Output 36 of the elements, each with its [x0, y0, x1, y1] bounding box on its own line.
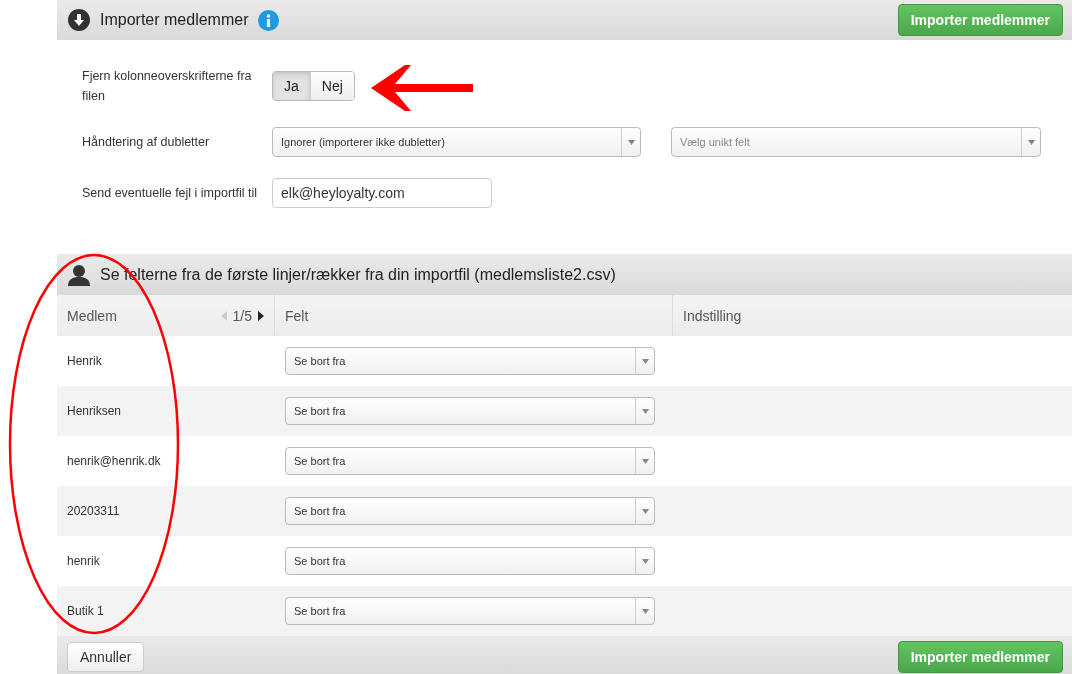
caret-icon — [641, 558, 649, 564]
field-select[interactable]: Se bort fra — [285, 547, 655, 575]
pager-text: 1/5 — [232, 307, 252, 324]
header-title: Importer medlemmer — [100, 11, 249, 29]
caret-icon — [641, 508, 649, 514]
table-cell: Henrik — [67, 354, 102, 368]
caret-icon — [1027, 139, 1035, 145]
info-icon[interactable] — [258, 9, 280, 31]
caret-icon — [641, 458, 649, 464]
table-cell: Henriksen — [67, 404, 122, 418]
duplicates-select[interactable]: Ignorer (importerer ikke dubletter) — [272, 127, 641, 157]
column-header: Indstilling — [682, 306, 743, 326]
table-cell: Butik 1 — [67, 604, 104, 618]
download-icon — [68, 9, 90, 31]
field-select[interactable]: Se bort fra — [285, 497, 655, 525]
email-label: Send eventuelle fejl i importfil til — [82, 185, 259, 202]
table-cell: henrik@henrik.dk — [67, 454, 161, 468]
field-select[interactable]: Se bort fra — [285, 447, 655, 475]
caret-icon — [641, 408, 649, 414]
next-icon[interactable] — [258, 310, 264, 321]
caret-icon — [627, 139, 635, 145]
table-cell: henrik — [67, 554, 100, 568]
caret-icon — [641, 608, 649, 614]
toggle-option[interactable]: Nej — [309, 72, 354, 100]
field-select[interactable]: Se bort fra — [285, 397, 655, 425]
cancel-button[interactable]: Annuller — [67, 641, 145, 672]
column-label: Medlem — [67, 307, 117, 324]
person-icon — [68, 263, 90, 286]
field-select[interactable]: Se bort fra — [285, 347, 655, 375]
duplicates-label: Håndtering af dubletter — [82, 134, 211, 151]
toggle-option[interactable]: Ja — [273, 72, 310, 100]
remove-headers-label: Fjern kolonneoverskrifterne fra filen — [82, 68, 253, 105]
email-field[interactable]: elk@heyloyalty.com — [272, 178, 492, 208]
table-cell: 20203311 — [67, 504, 120, 518]
field-select[interactable]: Se bort fra — [285, 597, 655, 625]
caret-icon — [641, 358, 649, 364]
